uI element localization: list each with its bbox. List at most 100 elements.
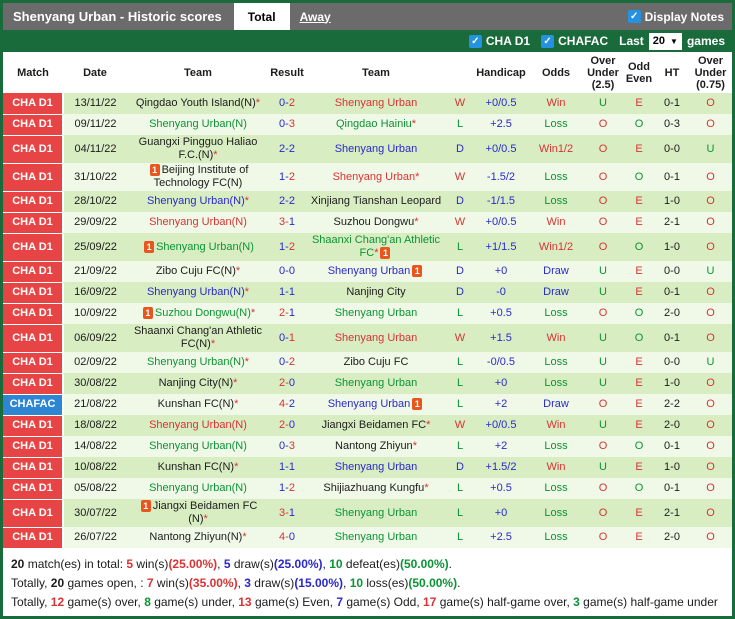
handicap-value: +0 xyxy=(473,499,529,527)
odds-result: Win xyxy=(529,457,583,478)
competition-filter-chafac: ✓ CHAFAC xyxy=(541,34,608,48)
cha-d1-checkbox[interactable]: ✓ xyxy=(468,34,482,48)
star-marker: * xyxy=(203,513,208,525)
table-row: CHA D1 29/09/22 Shenyang Urban(N) 3-1 Su… xyxy=(3,212,732,234)
team-name: Shijiazhuang Kungfu xyxy=(323,482,425,494)
over-under-25-value: O xyxy=(583,135,623,163)
team-name: Nanjing City(N) xyxy=(158,377,234,389)
star-marker: * xyxy=(415,170,420,183)
team-name: Shenyang Urban(N) xyxy=(146,195,245,207)
over-under-25-value: O xyxy=(583,436,623,457)
result-letter: W xyxy=(447,324,473,352)
summary-segment: 7 xyxy=(146,575,154,590)
display-notes-checkbox[interactable]: ✓ xyxy=(627,10,641,23)
team-name: Suzhou Dongwu xyxy=(333,216,415,228)
summary-segment: , xyxy=(343,575,350,590)
handicap-value: -1.5/2 xyxy=(473,163,529,191)
home-team-cell: Shenyang Urban(N)* xyxy=(127,191,269,212)
page-title: Shenyang Urban - Historic scores xyxy=(13,9,222,24)
final-score: 1-1 xyxy=(269,457,305,478)
half-time-score: 0-1 xyxy=(655,282,689,303)
summary-segment: game(s) over, xyxy=(64,594,145,609)
odds-result: Loss xyxy=(529,478,583,499)
over-under-075-value: O xyxy=(689,457,732,478)
over-under-25-value: U xyxy=(583,373,623,394)
result-letter: W xyxy=(447,163,473,191)
final-score: 2-1 xyxy=(269,303,305,324)
team-name: Kunshan FC(N) xyxy=(157,398,235,410)
col-away-team: Team xyxy=(305,52,447,93)
away-goals: 2 xyxy=(288,97,295,109)
half-time-score: 1-0 xyxy=(655,457,689,478)
match-date: 18/08/22 xyxy=(63,415,127,436)
over-under-075-value: O xyxy=(689,163,732,191)
half-time-score: 0-3 xyxy=(655,114,689,135)
table-row: CHA D1 10/09/22 1 Suzhou Dongwu(N)* 2-1 S… xyxy=(3,303,732,325)
chafac-checkbox[interactable]: ✓ xyxy=(541,34,555,48)
summary-segment: (25.00%) xyxy=(168,556,218,571)
over-under-075-value: O xyxy=(689,114,732,135)
team-name: Shenyang Urban(N) xyxy=(149,440,247,452)
team-name: Xinjiang Tianshan Leopard xyxy=(310,195,442,207)
chevron-down-icon: ▼ xyxy=(670,36,678,46)
over-under-25-value: U xyxy=(583,415,623,436)
team-name: Zibo Cuju FC xyxy=(343,356,409,368)
away-goals: 2 xyxy=(288,240,295,253)
away-goals: 0 xyxy=(288,531,295,543)
away-goals: 2 xyxy=(288,142,295,155)
team-name: Guangxi Pingguo Haliao F.C.(N) xyxy=(138,136,258,161)
display-notes-control: ✓ Display Notes xyxy=(627,3,732,30)
tab-total[interactable]: Total xyxy=(233,3,290,30)
handicap-value: -1/1.5 xyxy=(473,191,529,212)
star-marker: * xyxy=(244,356,250,368)
games-select[interactable]: 20 ▼ xyxy=(648,32,682,50)
star-marker: * xyxy=(242,531,247,543)
title-bar: Shenyang Urban - Historic scores Total A… xyxy=(3,3,732,30)
match-date: 29/09/22 xyxy=(63,212,127,233)
odd-even-value: O xyxy=(623,324,655,352)
odd-even-value: O xyxy=(623,436,655,457)
result-letter: W xyxy=(447,212,473,233)
half-time-score: 1-0 xyxy=(655,373,689,394)
handicap-value: +0.5 xyxy=(473,478,529,499)
col-odd-even: Odd Even xyxy=(623,52,655,93)
match-date: 10/09/22 xyxy=(63,303,127,324)
match-date: 14/08/22 xyxy=(63,436,127,457)
match-date: 30/07/22 xyxy=(63,499,127,527)
over-under-25-value: O xyxy=(583,478,623,499)
team-name: Jiangxi Beidamen FC xyxy=(321,419,427,431)
final-score: 2-0 xyxy=(269,415,305,436)
home-team-cell: Qingdao Youth Island(N)* xyxy=(127,93,269,114)
star-marker: * xyxy=(235,265,241,277)
table-row: CHA D1 30/08/22 Nanjing City(N)* 2-0 She… xyxy=(3,373,732,395)
table-row: CHA D1 16/09/22 Shenyang Urban(N)* 1-1 N… xyxy=(3,282,732,304)
final-score: 2-2 xyxy=(269,135,305,163)
table-row: CHA D1 02/09/22 Shenyang Urban(N)* 0-2 Z… xyxy=(3,352,732,374)
home-team-cell: Shenyang Urban(N) xyxy=(127,114,269,135)
summary-segment: Totally, xyxy=(11,575,51,590)
handicap-value: +0/0.5 xyxy=(473,93,529,114)
odd-even-value: E xyxy=(623,212,655,233)
away-team-cell: Nantong Zhiyun* xyxy=(305,436,447,457)
match-date: 28/10/22 xyxy=(63,191,127,212)
away-team-cell: Suzhou Dongwu* xyxy=(305,212,447,233)
over-under-075-value: O xyxy=(689,282,732,303)
team-name: Qingdao Youth Island(N) xyxy=(135,97,256,109)
team-name: Shenyang Urban xyxy=(334,506,418,519)
odds-result: Loss xyxy=(529,191,583,212)
summary-segment: 5 xyxy=(223,556,231,571)
tab-away[interactable]: Away xyxy=(290,3,341,30)
team-name: Shenyang Urban xyxy=(334,377,418,389)
over-under-075-value: O xyxy=(689,394,732,415)
team-name: Nantong Zhiyun xyxy=(335,440,413,452)
over-under-25-value: O xyxy=(583,114,623,135)
match-date: 21/08/22 xyxy=(63,394,127,415)
away-team-cell: Shenyang Urban xyxy=(305,324,447,352)
star-marker: * xyxy=(411,118,417,130)
home-team-cell: Kunshan FC(N)* xyxy=(127,394,269,415)
away-team-cell: Shijiazhuang Kungfu* xyxy=(305,478,447,499)
league-badge: CHA D1 xyxy=(3,114,64,136)
handicap-value: -0/0.5 xyxy=(473,352,529,373)
odds-result: Win1/2 xyxy=(529,233,583,261)
half-time-score: 2-2 xyxy=(655,394,689,415)
